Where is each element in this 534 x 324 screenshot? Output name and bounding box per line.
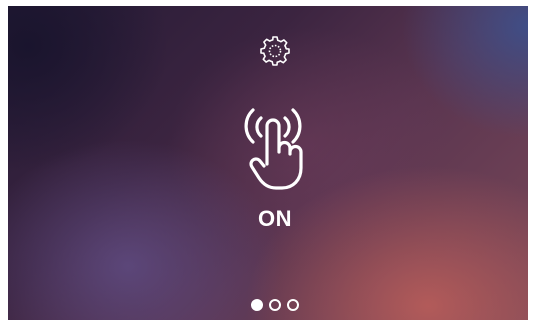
- page-dot-1[interactable]: [251, 299, 263, 311]
- status-label: ON: [258, 206, 292, 231]
- page-dot-2[interactable]: [269, 299, 281, 311]
- gear-icon: [260, 36, 290, 66]
- hand-tap-icon: [244, 108, 303, 190]
- control-screen: ON: [8, 6, 528, 320]
- page-dot-3[interactable]: [287, 299, 299, 311]
- settings-button[interactable]: [257, 33, 293, 69]
- page-indicator: [251, 297, 321, 313]
- power-toggle-button[interactable]: [228, 98, 318, 198]
